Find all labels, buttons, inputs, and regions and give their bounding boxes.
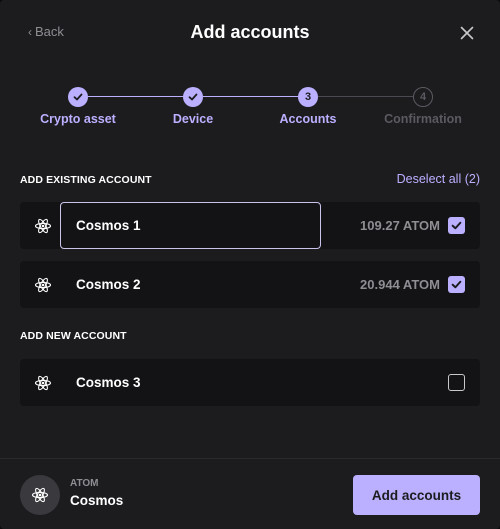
account-balance: 20.944 ATOM xyxy=(360,277,440,292)
step-connector xyxy=(88,96,183,97)
step-label-device: Device xyxy=(172,112,214,126)
currency-ticker: ATOM xyxy=(70,478,99,489)
cosmos-atom-icon xyxy=(34,375,52,391)
checkmark-icon xyxy=(73,93,83,101)
account-row[interactable]: Cosmos 1 109.27 ATOM xyxy=(20,202,480,249)
new-accounts-heading: ADD NEW ACCOUNT xyxy=(20,330,127,342)
step-connector xyxy=(203,96,298,97)
cosmos-atom-icon xyxy=(31,487,49,503)
account-name: Cosmos 2 xyxy=(76,277,141,292)
checkmark-icon xyxy=(188,93,198,101)
currency-name: Cosmos xyxy=(70,493,124,508)
modal-header: ‹ Back Add accounts xyxy=(0,0,500,66)
account-checkbox[interactable] xyxy=(448,276,465,293)
step-connector xyxy=(318,96,413,97)
close-icon[interactable] xyxy=(460,26,474,40)
modal-title: Add accounts xyxy=(190,22,310,42)
account-checkbox[interactable] xyxy=(448,217,465,234)
account-name: Cosmos 3 xyxy=(76,375,141,390)
step-label-confirmation: Confirmation xyxy=(384,112,462,126)
account-row[interactable]: Cosmos 2 20.944 ATOM xyxy=(20,261,480,308)
step-3-marker: 3 xyxy=(298,87,318,107)
existing-accounts-heading: ADD EXISTING ACCOUNT xyxy=(20,174,152,186)
cosmos-atom-icon xyxy=(34,218,52,234)
stepper: 3 4 Crypto asset Device Accounts Confirm… xyxy=(0,86,500,136)
account-name: Cosmos 1 xyxy=(76,218,141,233)
step-label-accounts: Accounts xyxy=(279,112,337,126)
add-accounts-modal: ‹ Back Add accounts 3 4 Crypto asset Dev… xyxy=(0,0,500,529)
currency-avatar xyxy=(20,475,60,515)
account-checkbox[interactable] xyxy=(448,374,465,391)
cosmos-atom-icon xyxy=(34,277,52,293)
checkmark-icon xyxy=(451,221,462,230)
step-2-marker xyxy=(183,87,203,107)
step-label-crypto-asset: Crypto asset xyxy=(40,112,116,126)
account-balance: 109.27 ATOM xyxy=(360,218,440,233)
step-1-marker xyxy=(68,87,88,107)
step-4-marker: 4 xyxy=(413,87,433,107)
account-row[interactable]: Cosmos 3 xyxy=(20,359,480,406)
checkmark-icon xyxy=(451,280,462,289)
add-accounts-button[interactable]: Add accounts xyxy=(353,475,480,515)
deselect-all-link[interactable]: Deselect all (2) xyxy=(397,172,480,186)
modal-footer: ATOM Cosmos Add accounts xyxy=(0,458,500,529)
